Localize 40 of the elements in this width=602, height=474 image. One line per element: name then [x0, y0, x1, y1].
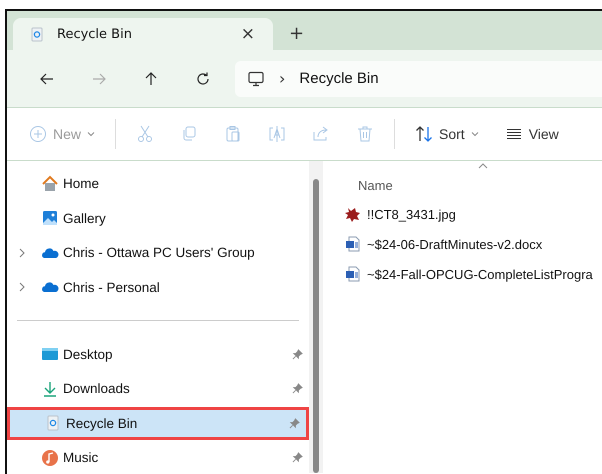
- home-icon: [41, 174, 59, 192]
- sidebar-item[interactable]: Downloads: [7, 372, 309, 405]
- breadcrumb-item[interactable]: Recycle Bin: [299, 70, 379, 87]
- sidebar-item[interactable]: Chris - Personal: [7, 270, 309, 304]
- pin-icon[interactable]: [292, 383, 303, 394]
- computer-icon: [247, 70, 265, 88]
- pin-icon[interactable]: [289, 418, 300, 428]
- address-bar[interactable]: › Recycle Bin: [235, 60, 602, 96]
- recycle-bin-icon: [29, 26, 45, 42]
- gallery-icon: [41, 209, 59, 227]
- sidebar-item[interactable]: Chris - Ottawa PC Users' Group: [7, 236, 309, 269]
- sort-caret-icon: [478, 163, 488, 169]
- dropdown-caret-icon: [470, 131, 479, 137]
- file-item[interactable]: !!CT8_3431.jpg: [345, 199, 602, 229]
- sidebar-item[interactable]: Home: [7, 167, 309, 200]
- dropdown-caret-icon: [87, 131, 96, 137]
- tab[interactable]: Recycle Bin ×: [13, 18, 273, 50]
- music-icon: [41, 448, 59, 466]
- view-button[interactable]: View: [492, 116, 571, 152]
- image-file-icon: [345, 206, 361, 222]
- chevron-icon[interactable]: [18, 248, 26, 258]
- sidebar-item[interactable]: Recycle Bin: [7, 406, 309, 440]
- file-item[interactable]: ~$24-Fall-OPCUG-CompleteListProgra: [345, 259, 602, 289]
- pin-icon[interactable]: [292, 452, 303, 463]
- file-item[interactable]: ~$24-06-DraftMinutes-v2.docx: [345, 229, 602, 259]
- word-document-icon: [345, 236, 361, 252]
- scrollbar[interactable]: [309, 161, 323, 473]
- desktop-icon: [41, 345, 59, 363]
- sort-button[interactable]: Sort: [403, 116, 491, 152]
- word-document-icon: [345, 266, 361, 282]
- sidebar-item[interactable]: Gallery: [7, 202, 309, 234]
- download-icon: [41, 380, 59, 398]
- sidebar-item[interactable]: Desktop: [7, 338, 309, 370]
- column-header[interactable]: Name: [358, 178, 393, 193]
- chevron-icon[interactable]: [18, 282, 26, 292]
- pin-icon[interactable]: [292, 348, 303, 360]
- sidebar-item[interactable]: Music: [7, 441, 309, 474]
- breadcrumb-separator: ›: [279, 69, 286, 88]
- close-tab-button[interactable]: ×: [236, 24, 259, 44]
- new-tab-button[interactable]: +: [285, 23, 308, 44]
